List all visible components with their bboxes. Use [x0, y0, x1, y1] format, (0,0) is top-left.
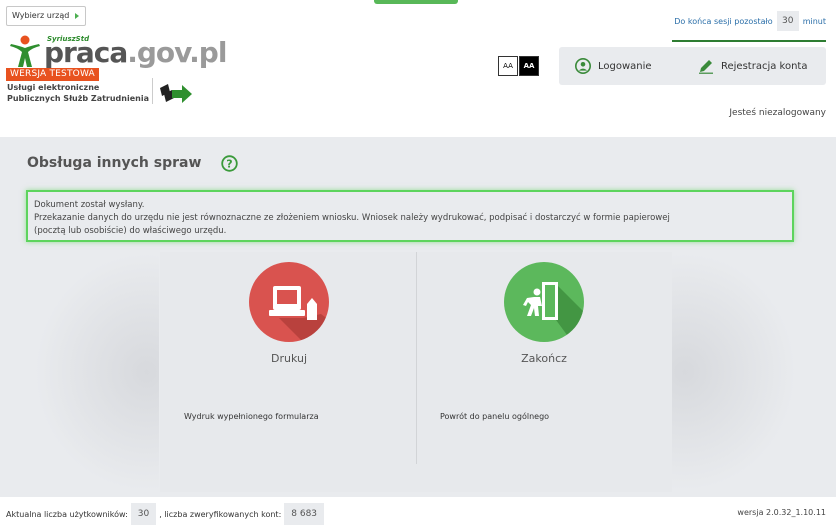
- logo-gov: .gov.pl: [127, 36, 227, 69]
- session-prefix: Do końca sesji pozostało: [674, 16, 773, 26]
- finish-tile-description: Powrót do panelu ogólnego: [440, 412, 550, 421]
- tile-divider: [416, 252, 417, 464]
- right-shade: [672, 252, 797, 492]
- font-size-large-button[interactable]: AA: [519, 56, 539, 76]
- print-tile-description: Wydruk wypełnionego formularza: [184, 412, 319, 421]
- printer-icon[interactable]: [249, 262, 329, 342]
- session-suffix: minut: [802, 16, 826, 26]
- pencil-icon: [699, 60, 713, 74]
- alert-line-1: Dokument został wysłany.: [34, 200, 145, 210]
- alert-line-2: Przekazanie danych do urzędu nie jest ró…: [34, 213, 670, 223]
- left-shade: [34, 252, 159, 492]
- logo-subtitle-2: Publicznych Służb Zatrudnienia: [7, 94, 149, 103]
- register-button[interactable]: Rejestracja konta: [698, 55, 807, 77]
- login-status: Jesteś niezalogowany: [729, 108, 826, 118]
- font-size-normal-button[interactable]: AA: [498, 56, 518, 76]
- user-icon: [575, 58, 591, 74]
- users-label: Aktualna liczba użytkowników:: [6, 509, 128, 519]
- test-version-badge: WERSJA TESTOWA: [6, 68, 99, 81]
- logo-praca: praca: [44, 36, 128, 69]
- login-label: Logowanie: [598, 60, 652, 72]
- arrow-logo-icon: [160, 84, 192, 103]
- alert-message: Dokument został wysłany. Przekazanie dan…: [26, 190, 794, 242]
- register-label: Rejestracja konta: [721, 60, 808, 72]
- verified-label: , liczba zweryfikowanych kont:: [159, 509, 282, 519]
- verified-count: 8 683: [284, 503, 325, 525]
- footer-stats: Aktualna liczba użytkowników: 30 , liczb…: [6, 503, 325, 525]
- office-select[interactable]: Wybierz urząd: [6, 6, 86, 26]
- svg-text:?: ?: [226, 158, 232, 171]
- logo-figure-icon: [10, 35, 40, 67]
- page-title: Obsługa innych spraw: [27, 155, 202, 171]
- session-underline: [672, 40, 826, 42]
- top-accent-bar: [374, 0, 458, 4]
- office-select-label: Wybierz urząd: [12, 11, 70, 20]
- exit-door-icon[interactable]: [504, 262, 584, 342]
- logo-separator: [152, 78, 153, 104]
- logo-wordmark: praca.gov.pl: [44, 36, 227, 69]
- logo-subtitle-1: Usługi elektroniczne: [7, 83, 100, 92]
- print-tile-label[interactable]: Drukuj: [249, 352, 329, 365]
- version-info: wersja 2.0.32_1.10.11: [737, 508, 826, 517]
- session-minutes: 30: [776, 11, 799, 31]
- session-timer: Do końca sesji pozostało 30 minut: [674, 11, 826, 31]
- login-button[interactable]: Logowanie: [575, 55, 652, 77]
- users-count: 30: [130, 503, 157, 525]
- finish-tile-label[interactable]: Zakończ: [504, 352, 584, 365]
- chevron-right-icon: [75, 13, 79, 19]
- help-icon[interactable]: ?: [221, 155, 238, 172]
- alert-line-3: (pocztą lub osobiście) do właściwego urz…: [34, 226, 227, 236]
